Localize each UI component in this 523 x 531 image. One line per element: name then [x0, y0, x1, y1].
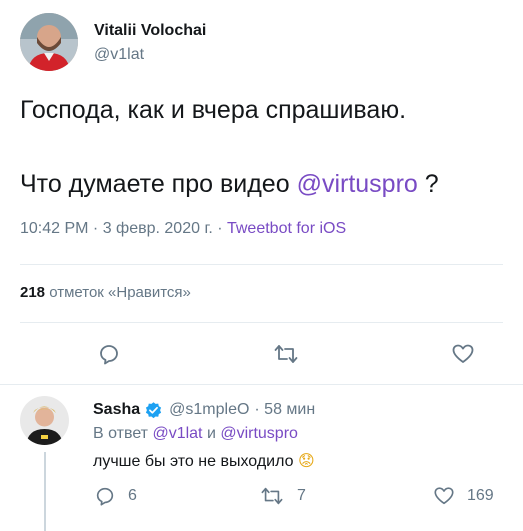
likes-stat[interactable]: 218 отметок «Нравится»	[20, 284, 191, 301]
tweet-text-line2: Что думаете про видео @virtuspro ?	[20, 170, 439, 199]
reply-icon[interactable]	[93, 484, 117, 508]
reply-to-and: и	[202, 425, 221, 442]
reply-replies-count: 6	[128, 487, 137, 504]
like-icon[interactable]	[450, 341, 476, 367]
likes-count: 218	[20, 284, 46, 301]
reply-to-prefix: В ответ	[93, 425, 153, 442]
tweet-text-suffix: ?	[417, 170, 439, 198]
reply-header: Sasha @s1mpleO · 58 мин	[93, 400, 315, 420]
worried-face-emoji: 😟	[297, 451, 315, 470]
reply-to-user2-link[interactable]: @virtuspro	[220, 425, 298, 442]
retweet-icon[interactable]	[272, 341, 300, 367]
thread-line	[44, 452, 46, 531]
tweet-text-line1: Господа, как и вчера спрашиваю.	[20, 96, 407, 124]
like-icon[interactable]	[432, 484, 456, 508]
verified-badge-icon	[143, 400, 163, 420]
author-handle[interactable]: @v1lat	[94, 46, 144, 64]
reply-text-body: лучше бы это не выходило	[93, 453, 294, 470]
reply-author-handle[interactable]: @s1mpleO	[169, 401, 249, 419]
author-avatar-image	[20, 13, 78, 71]
reply-retweets-count: 7	[297, 487, 306, 504]
retweet-icon[interactable]	[259, 484, 285, 508]
reply-time[interactable]: · 58 мин	[254, 401, 315, 419]
reply-text: лучше бы это не выходило 😟	[93, 451, 315, 471]
author-avatar[interactable]	[20, 13, 78, 71]
likes-label: отметок «Нравится»	[49, 284, 191, 301]
divider	[20, 264, 503, 265]
author-name[interactable]: Vitalii Volochai	[94, 22, 206, 40]
reply-icon[interactable]	[96, 341, 122, 367]
tweet-meta: 10:42 PM · 3 февр. 2020 г. · Tweetbot fo…	[20, 220, 346, 238]
divider	[0, 384, 523, 385]
tweet-timestamp[interactable]: 10:42 PM · 3 февр. 2020 г. ·	[20, 220, 227, 237]
reply-to-user1-link[interactable]: @v1lat	[152, 425, 202, 442]
tweet-text-prefix: Что думаете про видео	[20, 170, 297, 198]
mention-link[interactable]: @virtuspro	[297, 170, 418, 198]
divider	[20, 322, 503, 323]
reply-likes-count: 169	[467, 487, 494, 504]
tweet-source-link[interactable]: Tweetbot for iOS	[227, 220, 346, 237]
reply-avatar-image	[20, 396, 69, 445]
reply-author-avatar[interactable]	[20, 396, 69, 445]
reply-to-line: В ответ @v1lat и @virtuspro	[93, 425, 298, 443]
reply-author-name[interactable]: Sasha	[93, 401, 140, 419]
